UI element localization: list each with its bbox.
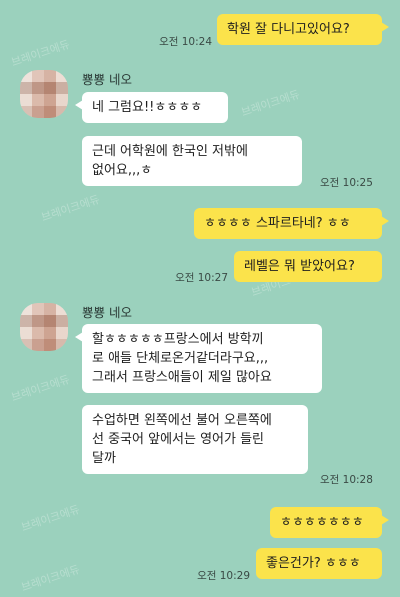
message-time: 오전 10:28 [320, 474, 373, 486]
my-message-bubble[interactable]: ㅎㅎㅎㅎㅎㅎㅎ [270, 507, 389, 538]
other-message-bubble[interactable]: 수업하면 왼쪽에선 불어 오른쪽에 선 중국어 앞에서는 영어가 들린 달까 [82, 405, 308, 474]
watermark-text: 브레이크에듀 [39, 192, 102, 225]
sender-name: 뿅뿅 네오 [82, 72, 132, 87]
avatar-pixelated-image [20, 303, 68, 351]
profile-avatar[interactable] [20, 303, 68, 351]
message-time: 오전 10:27 [175, 272, 228, 284]
watermark-text: 브레이크에듀 [19, 562, 82, 595]
message-time: 오전 10:29 [197, 570, 250, 582]
my-message-bubble[interactable]: 학원 잘 다니고있어요? [217, 14, 389, 45]
my-message-bubble[interactable]: 좋은건가? ㅎㅎㅎ [256, 548, 382, 579]
other-message-bubble[interactable]: 할ㅎㅎㅎㅎㅎ프랑스에서 방학끼 로 애들 단체로온거같더라구요,,, 그래서 프… [75, 324, 322, 393]
profile-avatar[interactable] [20, 70, 68, 118]
other-message-bubble[interactable]: 네 그럼요!!ㅎㅎㅎㅎ [75, 92, 228, 123]
watermark-text: 브레이크에듀 [239, 87, 302, 120]
message-time: 오전 10:24 [159, 36, 212, 48]
sender-name: 뿅뿅 네오 [82, 305, 132, 320]
other-message-bubble[interactable]: 근데 어학원에 한국인 저밖에 없어요,,,ㅎ [82, 136, 302, 186]
my-message-bubble[interactable]: 레벨은 뭐 받았어요? [234, 251, 382, 282]
watermark-text: 브레이크에듀 [19, 502, 82, 535]
watermark-text: 브레이크에듀 [9, 372, 72, 405]
my-message-bubble[interactable]: ㅎㅎㅎㅎ 스파르타네? ㅎㅎ [194, 208, 389, 239]
message-time: 오전 10:25 [320, 177, 373, 189]
watermark-text: 브레이크에듀 [9, 37, 72, 70]
avatar-pixelated-image [20, 70, 68, 118]
